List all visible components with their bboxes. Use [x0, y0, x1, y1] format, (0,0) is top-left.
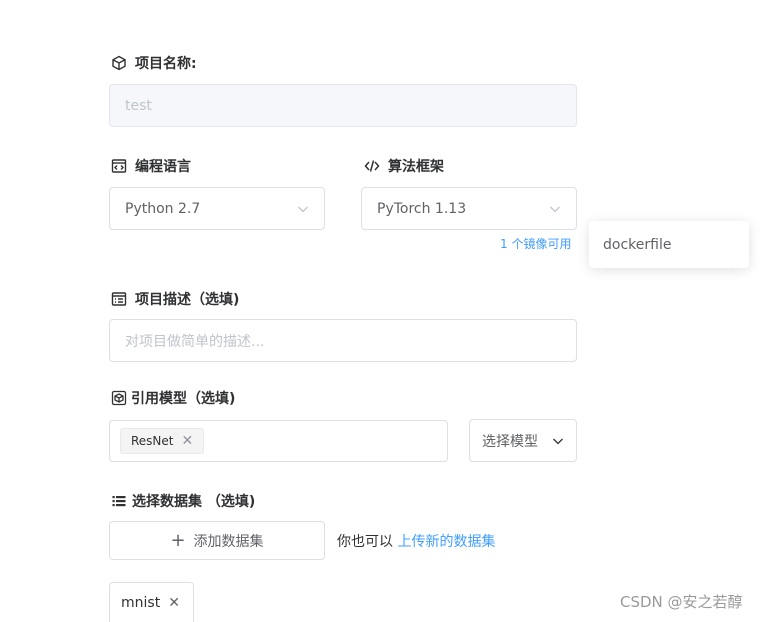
- watermark: CSDN @安之若醇: [620, 593, 743, 611]
- image-count-hint[interactable]: 1 个镜像可用: [500, 235, 571, 252]
- project-name-value: test: [125, 97, 152, 114]
- language-label-text: 编程语言: [135, 159, 191, 175]
- add-dataset-button[interactable]: + 添加数据集: [109, 521, 325, 560]
- description-label: 项目描述（选填): [111, 289, 239, 309]
- model-tag-label: ResNet: [131, 434, 174, 448]
- project-name-label: 项目名称:: [111, 53, 197, 73]
- popover-item-dockerfile[interactable]: dockerfile: [603, 237, 671, 253]
- dataset-tag: mnist ✕: [109, 582, 194, 622]
- language-select[interactable]: Python 2.7: [109, 187, 325, 230]
- language-label: 编程语言: [111, 156, 191, 176]
- dataset-tag-label: mnist: [121, 594, 161, 611]
- cube-icon: [112, 55, 126, 71]
- framework-label-text: 算法框架: [388, 159, 444, 175]
- chevron-down-icon: [550, 206, 560, 212]
- close-icon[interactable]: ✕: [182, 434, 194, 448]
- description-label-text: 项目描述（选填): [135, 292, 240, 308]
- add-dataset-label: 添加数据集: [193, 533, 264, 550]
- close-icon[interactable]: ✕: [168, 595, 180, 611]
- select-model-button[interactable]: 选择模型: [469, 419, 577, 462]
- dataset-label: 选择数据集 （选填): [111, 491, 255, 511]
- framework-select[interactable]: PyTorch 1.13: [361, 187, 577, 230]
- framework-label: 算法框架: [364, 156, 444, 176]
- upload-hint: 你也可以 上传新的数据集: [337, 531, 495, 551]
- framework-value: PyTorch 1.13: [377, 200, 467, 217]
- plus-icon: +: [170, 529, 186, 551]
- upload-hint-prefix: 你也可以: [337, 534, 393, 550]
- code-window-icon: [111, 159, 127, 173]
- model-tag: ResNet ✕: [120, 428, 205, 454]
- model-label: 引用模型（选填): [111, 388, 235, 408]
- list-icon: [112, 496, 126, 507]
- select-model-label: 选择模型: [482, 433, 538, 450]
- list-box-icon: [111, 292, 127, 306]
- model-tags-input[interactable]: ResNet ✕: [109, 420, 448, 462]
- description-input[interactable]: 对项目做简单的描述...: [109, 319, 577, 362]
- description-placeholder: 对项目做简单的描述...: [125, 333, 265, 350]
- upload-dataset-link[interactable]: 上传新的数据集: [397, 534, 495, 550]
- image-popover: dockerfile: [589, 221, 749, 268]
- language-value: Python 2.7: [125, 200, 201, 217]
- model-label-text: 引用模型（选填): [131, 391, 236, 407]
- project-name-input[interactable]: test: [109, 84, 577, 127]
- code-brackets-icon: [364, 160, 380, 172]
- chevron-down-icon: [553, 438, 563, 444]
- project-name-label-text: 项目名称:: [135, 56, 197, 72]
- dataset-label-text: 选择数据集 （选填): [132, 494, 256, 510]
- model-box-icon: [111, 390, 127, 406]
- chevron-down-icon: [298, 206, 308, 212]
